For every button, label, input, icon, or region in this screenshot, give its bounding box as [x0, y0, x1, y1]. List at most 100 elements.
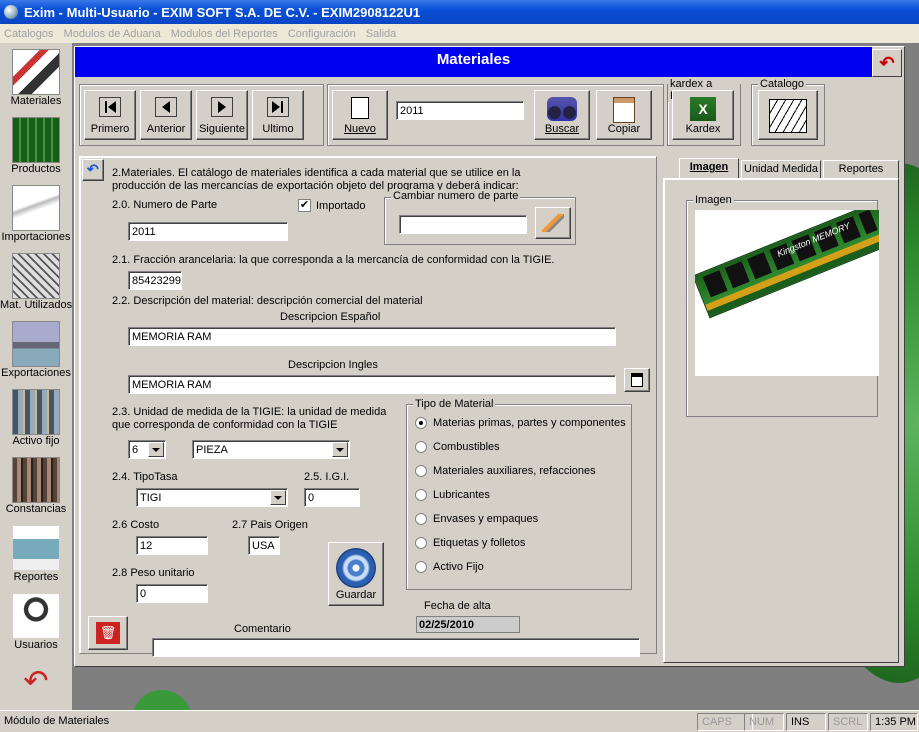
part-number-input[interactable]: 2011	[128, 222, 288, 241]
tab-reportes[interactable]: Reportes	[823, 160, 899, 179]
igi-label: 2.5. I.G.I.	[304, 471, 350, 483]
comment-label: Comentario	[234, 623, 291, 635]
menu-modulos-aduana[interactable]: Modulos de Aduana	[60, 28, 167, 40]
clipboard-icon	[631, 373, 643, 387]
airplane-icon	[12, 185, 60, 231]
material-type-option[interactable]: Lubricantes	[415, 489, 490, 501]
paste-description-button[interactable]	[624, 368, 650, 392]
material-type-group-label: Tipo de Material	[413, 398, 496, 410]
tab-unidad-medida[interactable]: Unidad Medida	[741, 160, 821, 179]
delete-button[interactable]: 🗑	[88, 616, 128, 650]
material-type-option[interactable]: Materiales auxiliares, refacciones	[415, 465, 596, 477]
menu-catalogos[interactable]: Catalogos	[0, 28, 60, 40]
desc-es-input[interactable]: MEMORIA RAM	[128, 327, 616, 346]
material-type-option[interactable]: Envases y empaques	[415, 513, 538, 525]
copy-button[interactable]: Copiar	[596, 90, 652, 140]
imported-checkbox-row: ✔ Importado	[298, 199, 366, 212]
undo-button[interactable]: ↶	[82, 159, 104, 181]
comment-input[interactable]	[152, 638, 640, 657]
change-part-button[interactable]	[535, 207, 571, 239]
sidebar-item-label: Exportaciones	[1, 367, 71, 379]
chevron-down-icon[interactable]	[332, 442, 348, 457]
rate-type-select[interactable]: TIGI	[136, 488, 288, 507]
people-icon	[12, 457, 60, 503]
material-type-option[interactable]: Etiquetas y folletos	[415, 537, 525, 549]
clipboard-icon	[613, 97, 635, 123]
sidebar-item-label: Materiales	[10, 95, 62, 107]
new-button[interactable]: Nuevo	[332, 90, 388, 140]
tariff-input[interactable]: 85423299	[128, 271, 182, 290]
sidebar-item-exportaciones[interactable]: Exportaciones	[0, 317, 72, 385]
save-button[interactable]: Guardar	[328, 542, 384, 606]
description-label: 2.2. Descripción del material: descripci…	[112, 295, 423, 307]
sidebar-item-activo-fijo[interactable]: Activo fijo	[0, 385, 72, 453]
igi-input[interactable]: 0	[304, 488, 360, 507]
parts-icon	[12, 253, 60, 299]
unit-label: 2.3. Unidad de medida de la TIGIE: la un…	[112, 406, 387, 431]
sidebar-item-materiales[interactable]: Materiales	[0, 45, 72, 113]
next-record-icon	[211, 97, 233, 117]
last-record-icon	[267, 97, 289, 117]
material-details-panel: ↶ 2.Materiales. El catálogo de materiale…	[79, 156, 657, 657]
sidebar-item-mat-utilizados[interactable]: Mat. Utilizados	[0, 249, 72, 317]
sidebar-item-label: Reportes	[13, 571, 59, 583]
kardex-button[interactable]: X Kardex	[672, 90, 734, 140]
menu-bar: Catalogos Modulos de Aduana Modulos del …	[0, 24, 919, 43]
materials-icon	[12, 49, 60, 95]
globe-graphic	[132, 690, 192, 710]
radio-unchecked-icon	[415, 489, 427, 501]
sidebar-item-productos[interactable]: Productos	[0, 113, 72, 181]
status-num: NUM	[744, 713, 784, 731]
previous-button[interactable]: Anterior	[140, 90, 192, 140]
cost-input[interactable]: 12	[136, 536, 208, 555]
cost-label: 2.6 Costo	[112, 519, 160, 531]
radio-checked-icon	[415, 417, 427, 429]
radio-unchecked-icon	[415, 441, 427, 453]
first-button[interactable]: Primero	[84, 90, 136, 140]
material-type-option[interactable]: Activo Fijo	[415, 561, 484, 573]
padlock-icon	[12, 593, 60, 639]
material-type-option[interactable]: Materias primas, partes y componentes	[415, 417, 626, 429]
kardex-group: kardex a Excel X Kardex	[667, 78, 741, 146]
tab-panel: Imagen Kingston MEMORY	[663, 178, 899, 663]
change-part-group-label: Cambiar numero de parte	[391, 190, 521, 202]
trash-icon: 🗑	[96, 622, 120, 644]
form-close-button[interactable]: ↶	[872, 49, 902, 77]
sidebar-item-label: Mat. Utilizados	[0, 299, 73, 311]
sidebar-item-importaciones[interactable]: Importaciones	[0, 181, 72, 249]
ram-module-image: Kingston MEMORY	[695, 210, 879, 376]
sidebar-item-reportes[interactable]: Reportes	[0, 521, 72, 589]
unit-code-select[interactable]: 6	[128, 440, 166, 459]
record-search-input[interactable]: 2011	[396, 101, 524, 120]
rate-type-label: 2.4. TipoTasa	[112, 471, 178, 483]
sidebar-item-constancias[interactable]: Constancias	[0, 453, 72, 521]
chevron-down-icon[interactable]	[270, 490, 286, 505]
app-icon	[4, 5, 18, 19]
printer-icon	[12, 525, 60, 571]
tab-imagen[interactable]: Imagen	[679, 158, 739, 179]
unit-name-select[interactable]: PIEZA	[192, 440, 350, 459]
unit-code-value: 6	[132, 444, 139, 456]
menu-modulos-reportes[interactable]: Modulos del Reportes	[167, 28, 284, 40]
weight-input[interactable]: 0	[136, 584, 208, 603]
origin-input[interactable]: USA	[248, 536, 280, 555]
sidebar-back-button[interactable]: ↶	[0, 659, 72, 709]
desc-en-input[interactable]: MEMORIA RAM	[128, 375, 616, 394]
catalog-button[interactable]	[758, 90, 818, 140]
next-button[interactable]: Siguiente	[196, 90, 248, 140]
imported-checkbox[interactable]: ✔	[298, 199, 311, 212]
sidebar-item-usuarios[interactable]: Usuarios	[0, 589, 72, 657]
last-button[interactable]: Ultimo	[252, 90, 304, 140]
search-button[interactable]: Buscar	[534, 90, 590, 140]
menu-configuracion[interactable]: Configuración	[284, 28, 362, 40]
menu-salida[interactable]: Salida	[362, 28, 403, 40]
material-type-option[interactable]: Combustibles	[415, 441, 500, 453]
materiales-form: Materiales ↶ Primero Anterior Siguiente …	[74, 46, 905, 667]
desc-en-label: Descripcion Ingles	[288, 359, 378, 371]
back-arrow-icon: ↶	[879, 52, 895, 73]
radio-unchecked-icon	[415, 465, 427, 477]
chip-icon	[12, 117, 60, 163]
chevron-down-icon[interactable]	[148, 442, 164, 457]
catalog-group: Catalogo	[751, 78, 825, 146]
new-part-number-input[interactable]	[399, 215, 527, 234]
